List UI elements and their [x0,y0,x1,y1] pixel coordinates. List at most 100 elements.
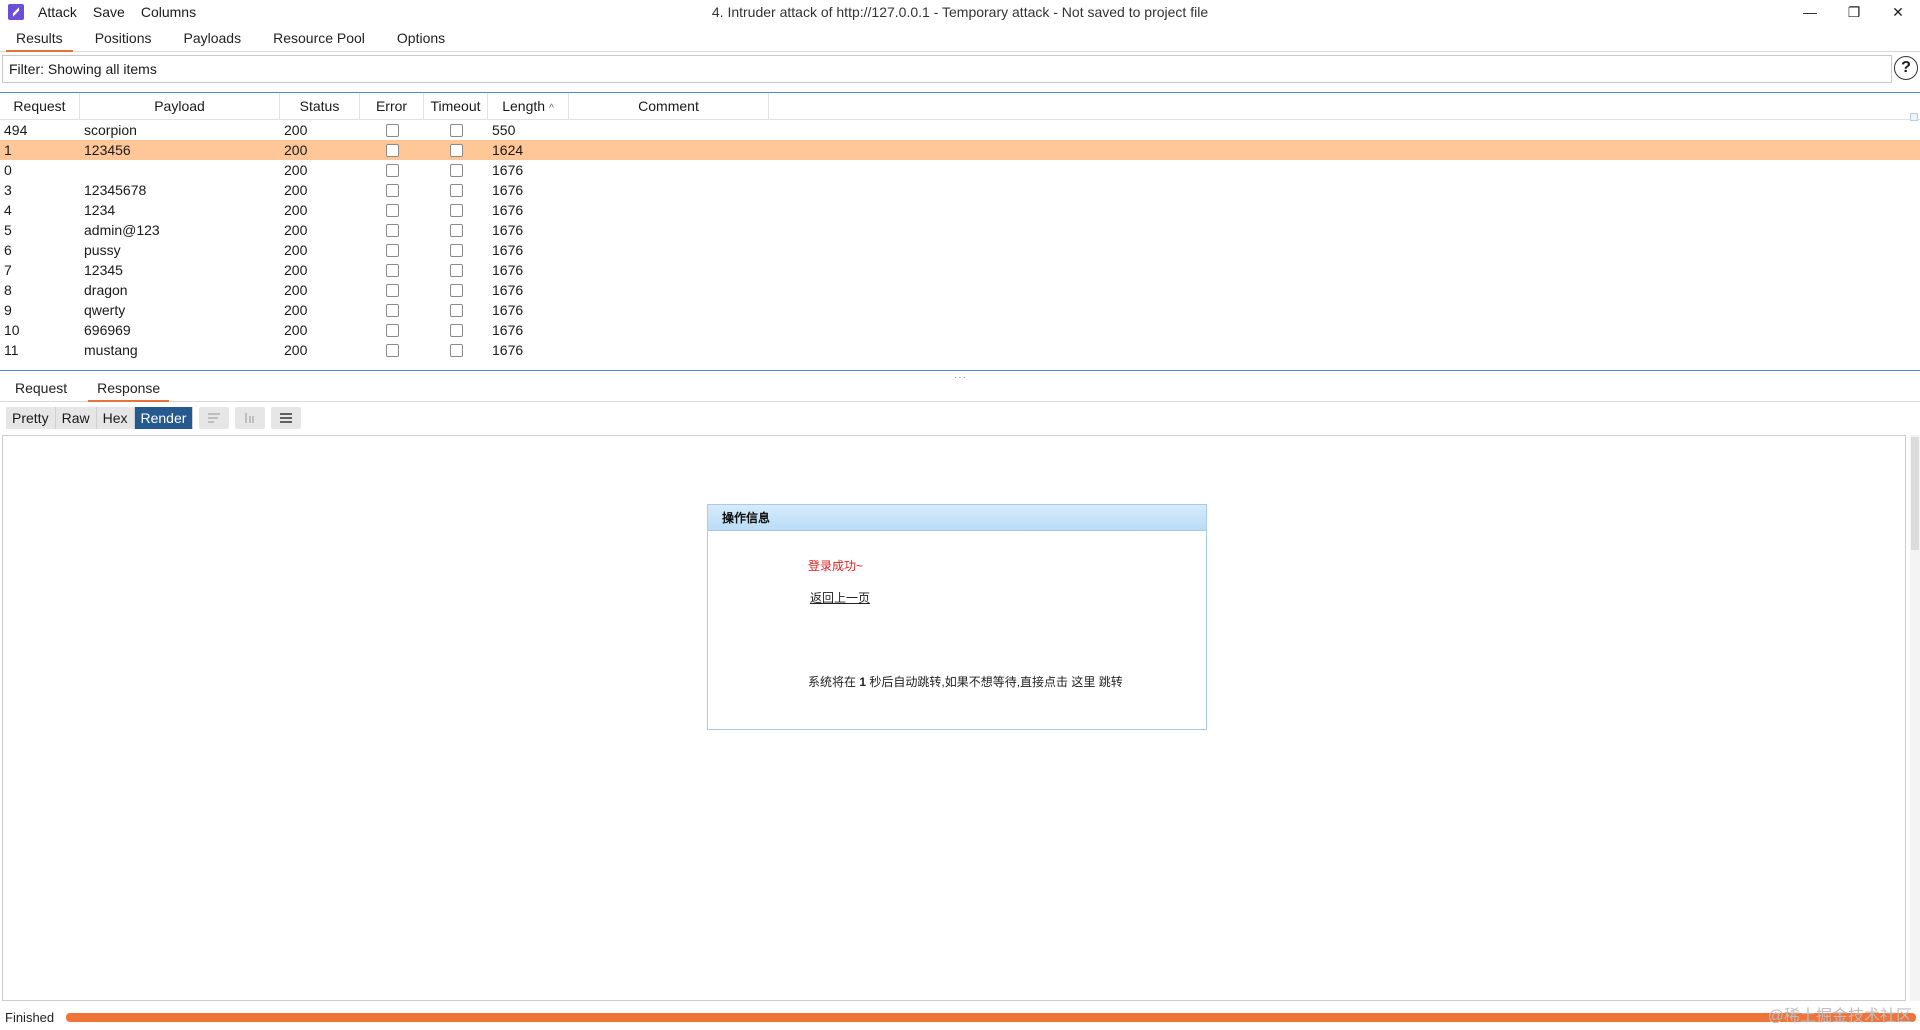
cell-length: 550 [492,122,516,138]
table-row[interactable]: 1 123456 200 1624 [0,140,1920,160]
table-row[interactable]: 0 200 1676 [0,160,1920,180]
error-checkbox [385,123,399,137]
rendered-message-panel: 操作信息 登录成功~ 返回上一页 系统将在 1 秒后自动跳转,如果不想等待,直接… [707,504,1207,730]
cell-status: 200 [284,142,308,158]
menu-attack[interactable]: Attack [38,4,77,20]
cell-length: 1676 [492,222,524,238]
timeout-checkbox [449,203,463,217]
menu-bar: Attack Save Columns [38,4,196,20]
minimize-icon[interactable]: — [1788,0,1832,24]
table-row[interactable]: 5 admin@123 200 1676 [0,220,1920,240]
cell-request: 11 [4,342,19,358]
table-row[interactable]: 4 1234 200 1676 [0,200,1920,220]
error-checkbox [385,243,399,257]
cell-payload: 12345 [84,262,123,278]
column-header-length[interactable]: Length ^ [488,93,569,119]
column-header-payload[interactable]: Payload [80,93,280,119]
cell-request: 1 [4,142,12,158]
tab-resource-pool[interactable]: Resource Pool [257,26,381,52]
error-checkbox [385,323,399,337]
column-header-error[interactable]: Error [360,93,424,119]
tab-options[interactable]: Options [381,26,461,52]
tab-response[interactable]: Response [82,376,175,402]
table-scrollbar[interactable] [1910,113,1918,121]
column-header-timeout[interactable]: Timeout [424,93,488,119]
table-row[interactable]: 3 12345678 200 1676 [0,180,1920,200]
login-success-message: 登录成功~ [808,559,864,573]
cell-timeout [424,340,488,360]
cell-length: 1676 [492,342,524,358]
menu-icon[interactable] [271,407,302,429]
table-row[interactable]: 11 mustang 200 1676 [0,340,1920,360]
error-checkbox [385,143,399,157]
view-mode-bar: Pretty Raw Hex Render [6,407,302,429]
cell-timeout [424,220,488,240]
view-pretty-button[interactable]: Pretty [6,407,56,429]
redirect-message: 系统将在 1 秒后自动跳转,如果不想等待,直接点击 这里 跳转 [808,673,1123,690]
cell-error [360,120,424,140]
cell-comment [569,180,769,200]
cell-payload: admin@123 [84,222,160,238]
menu-save[interactable]: Save [93,4,125,20]
cell-length: 1676 [492,162,524,178]
timeout-checkbox [449,243,463,257]
error-checkbox [385,203,399,217]
column-header-status[interactable]: Status [280,93,360,119]
cell-status: 200 [284,182,308,198]
cell-length: 1676 [492,302,524,318]
column-header-request[interactable]: Request [0,93,80,119]
table-row[interactable]: 7 12345 200 1676 [0,260,1920,280]
cell-length: 1676 [492,322,524,338]
cell-length: 1676 [492,262,524,278]
cell-comment [569,120,769,140]
tab-request[interactable]: Request [0,376,82,402]
table-row[interactable]: 9 qwerty 200 1676 [0,300,1920,320]
tab-positions[interactable]: Positions [79,26,168,52]
cell-request: 494 [4,122,28,138]
cell-payload: mustang [84,342,138,358]
render-scrollbar-thumb[interactable] [1911,437,1919,550]
view-hex-button[interactable]: Hex [96,407,135,429]
cell-timeout [424,160,488,180]
newline-toggle-icon[interactable] [235,407,266,429]
cell-length: 1624 [492,142,524,158]
render-scrollbar[interactable] [1910,435,1920,1001]
tab-payloads[interactable]: Payloads [168,26,258,52]
menu-columns[interactable]: Columns [141,4,196,20]
wrap-lines-icon[interactable] [199,407,230,429]
cell-status: 200 [284,262,308,278]
cell-length: 1676 [492,242,524,258]
cell-payload: qwerty [84,302,126,318]
table-row[interactable]: 10 696969 200 1676 [0,320,1920,340]
view-raw-button[interactable]: Raw [55,407,97,429]
table-row[interactable]: 6 pussy 200 1676 [0,240,1920,260]
tab-results[interactable]: Results [0,26,79,52]
cell-error [360,220,424,240]
cell-timeout [424,280,488,300]
table-header: Request Payload Status Error Timeout Len… [0,93,1920,120]
close-icon[interactable]: ✕ [1876,0,1920,24]
help-icon[interactable]: ? [1894,56,1918,80]
timeout-checkbox [449,343,463,357]
cell-payload: pussy [84,242,121,258]
back-link[interactable]: 返回上一页 [810,589,870,606]
cell-length: 1676 [492,202,524,218]
table-row[interactable]: 8 dragon 200 1676 [0,280,1920,300]
table-row[interactable]: 494 scorpion 200 550 [0,120,1920,140]
results-table: Request Payload Status Error Timeout Len… [0,92,1920,371]
cell-payload: 12345678 [84,182,147,198]
column-header-comment[interactable]: Comment [569,93,769,119]
cell-timeout [424,320,488,340]
cell-timeout [424,120,488,140]
filter-bar[interactable]: Filter: Showing all items [2,55,1892,83]
cell-timeout [424,300,488,320]
view-render-button[interactable]: Render [134,407,194,429]
redirect-prefix: 系统将在 [808,675,857,689]
cell-error [360,340,424,360]
cell-comment [569,260,769,280]
restore-icon[interactable]: ❐ [1832,0,1876,24]
message-tabs: Request Response [0,376,1920,402]
redirect-suffix: 秒后自动跳转,如果不想等待,直接点击 这里 跳转 [869,675,1123,689]
cell-payload [80,160,280,180]
timeout-checkbox [449,283,463,297]
